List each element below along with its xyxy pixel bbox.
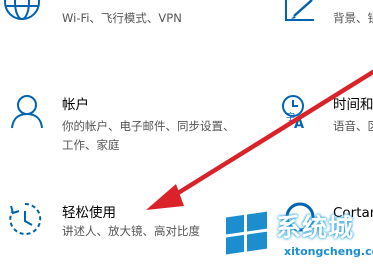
watermark-url: xitongcheng.com <box>284 245 373 258</box>
watermark-text: 系统城 <box>276 213 355 242</box>
tile-time-language-desc: 语音、区域 <box>333 119 373 133</box>
time-language-icon: A 字 <box>280 93 316 137</box>
tile-accounts-title: 帐户 <box>62 97 89 113</box>
tile-network-desc: Wi-Fi、飞行模式、VPN <box>62 11 182 25</box>
tile-ease-of-access-desc: 讲述人、放大镜、高对比度 <box>62 224 200 238</box>
ease-of-access-icon <box>7 201 43 241</box>
tile-personalization-desc: 背景、锁屏、颜 <box>333 11 373 25</box>
svg-text:A: A <box>294 117 304 132</box>
person-icon <box>10 94 44 134</box>
tile-accounts-desc-line1: 你的帐户、电子邮件、同步设置、 <box>62 119 235 133</box>
globe-icon <box>0 0 44 34</box>
tile-time-language-title: 时间和 <box>333 97 373 113</box>
svg-text:字: 字 <box>286 111 295 123</box>
pen-tablet-icon <box>280 0 320 34</box>
tile-ease-of-access-title: 轻松使用 <box>62 205 116 221</box>
tile-accounts-desc-line2: 工作、家庭 <box>62 138 120 152</box>
